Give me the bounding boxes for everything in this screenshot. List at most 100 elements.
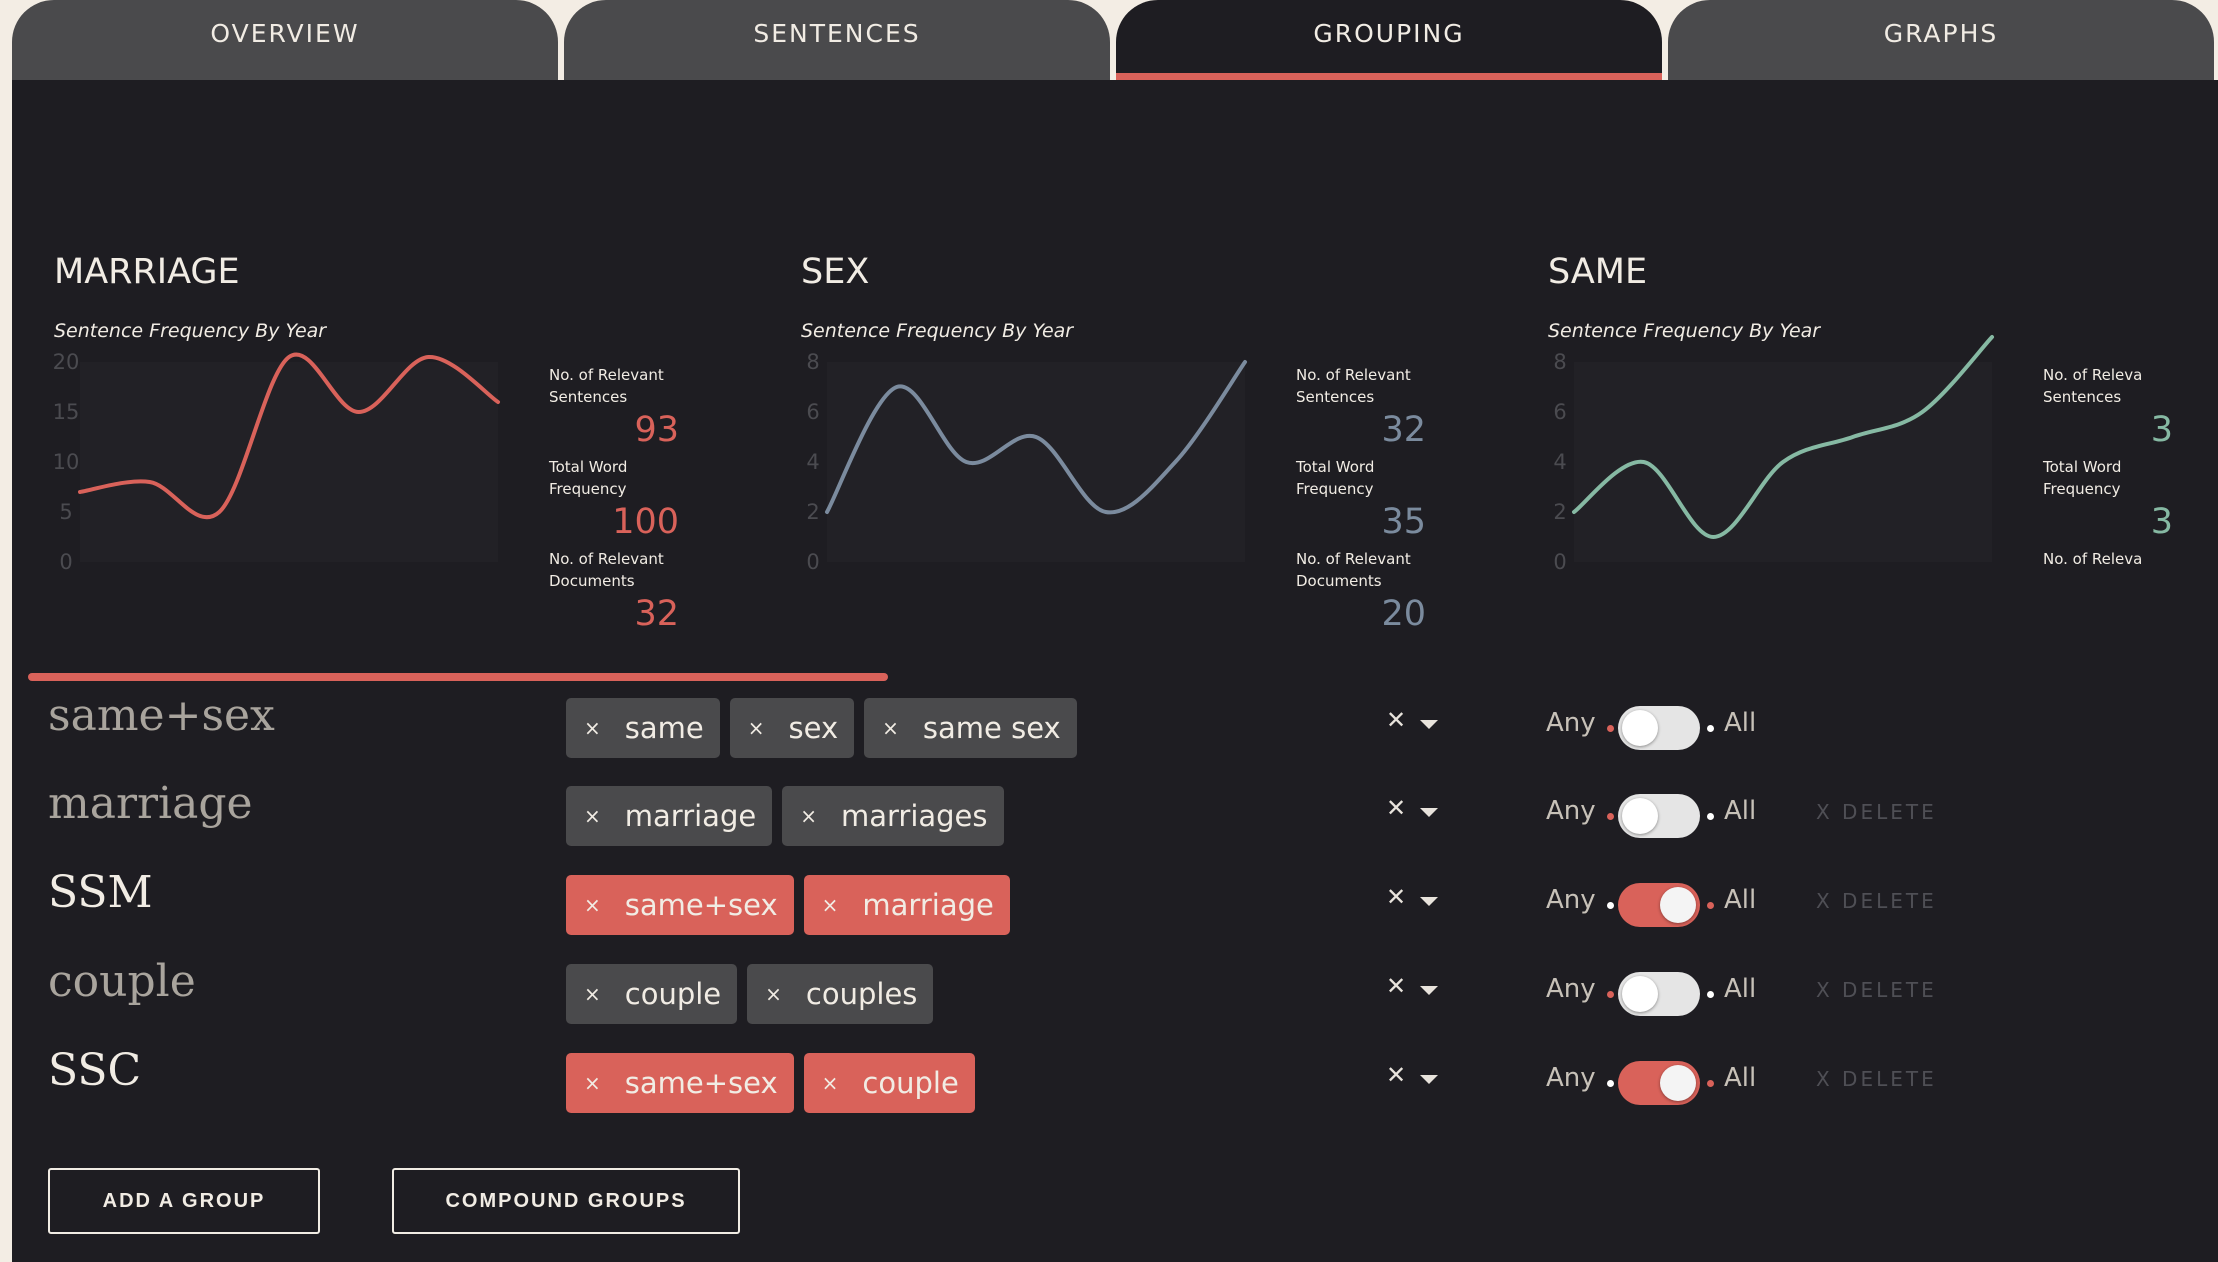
remove-tag-icon[interactable]: × [584,804,601,828]
clear-tags-icon[interactable]: ✕ [1386,1061,1406,1089]
y-tick-label: 2 [1553,500,1566,524]
tag-list: × same+sex × couple [566,1053,975,1113]
remove-tag-icon[interactable]: × [748,716,765,740]
clear-tags-icon[interactable]: ✕ [1386,883,1406,911]
tag-label: couples [805,977,918,1011]
all-indicator-dot [1707,1080,1714,1087]
tag-list: × same+sex × marriage [566,875,1010,935]
group-name[interactable]: SSC [48,1045,141,1096]
tag-label: marriages [840,799,988,833]
remove-tag-icon[interactable]: × [822,1071,839,1095]
any-all-toggle[interactable] [1618,972,1700,1016]
stat-value: 3 [2150,502,2173,542]
tag-chip: × couples [747,964,934,1024]
any-all-toggle[interactable] [1618,883,1700,927]
x-tick-label: 2012 [53,571,106,572]
x-tick-label: 2014 [1687,571,1740,572]
stat-value: 20 [1381,594,1426,634]
remove-tag-icon[interactable]: × [584,1071,601,1095]
group-row: SSM × same+sex × marriage ✕ Any All X DELETE [12,867,2218,947]
any-label: Any [1546,1063,1596,1093]
delete-group-button[interactable]: X DELETE [1816,1067,1937,1091]
any-indicator-dot [1607,1080,1614,1087]
stat-label: Total Word Frequency [549,458,628,498]
all-label: All [1724,885,1757,915]
stat-value: 100 [612,502,679,542]
x-tick-label: 2018 [471,571,524,572]
delete-group-button[interactable]: X DELETE [1816,978,1937,1002]
x-tick-label: 2018 [1965,571,2018,572]
remove-tag-icon[interactable]: × [765,982,782,1006]
stat-label: Total Word Frequency [2043,458,2122,498]
y-tick-label: 6 [806,400,819,424]
toggle-knob [1622,798,1658,834]
tag-chip: × sex [729,698,855,758]
all-indicator-dot [1707,902,1714,909]
any-all-toggle[interactable] [1618,1061,1700,1105]
remove-tag-icon[interactable]: × [800,804,817,828]
all-indicator-dot [1707,813,1714,820]
tab-bar: OVERVIEW SENTENCES GROUPING GRAPHS [12,0,2218,80]
plot-area [80,362,498,562]
stat-value: 93 [634,410,679,450]
stat-label: No. of Relevant Documents [1296,550,1411,590]
stat-label: No. of Relevant Sentences [549,366,664,406]
any-all-toggle[interactable] [1618,794,1700,838]
stat-value: 32 [1381,410,1426,450]
progress-bar [28,673,888,681]
clear-tags-icon[interactable]: ✕ [1386,972,1406,1000]
y-tick-label: 15 [53,400,80,424]
any-indicator-dot [1607,991,1614,998]
stat-label: No. of Releva Documents [2043,550,2143,568]
chevron-down-icon[interactable] [1420,986,1438,995]
clear-tags-icon[interactable]: ✕ [1386,794,1406,822]
tab-sentences[interactable]: SENTENCES [564,0,1110,80]
group-row: marriage × marriage × marriages ✕ Any All X DELE… [12,778,2218,858]
group-name[interactable]: marriage [48,778,253,829]
y-tick-label: 0 [806,550,819,572]
any-all-toggle[interactable] [1618,706,1700,750]
group-name[interactable]: SSM [48,867,153,918]
remove-tag-icon[interactable]: × [822,893,839,917]
add-group-button[interactable]: ADD A GROUP [48,1168,320,1234]
compound-groups-button[interactable]: COMPOUND GROUPS [392,1168,740,1234]
all-label: All [1724,1063,1757,1093]
chevron-down-icon[interactable] [1420,720,1438,729]
any-label: Any [1546,796,1596,826]
all-label: All [1724,796,1757,826]
chevron-down-icon[interactable] [1420,897,1438,906]
remove-tag-icon[interactable]: × [584,893,601,917]
remove-tag-icon[interactable]: × [882,716,899,740]
stat-label: No. of Relevant Sentences [1296,366,1411,406]
tag-list: × marriage × marriages [566,786,1004,846]
y-tick-label: 0 [59,550,72,572]
tag-label: same [624,711,704,745]
tag-chip: × couple [566,964,738,1024]
toggle-knob [1660,887,1696,923]
group-row: couple × couple × couples ✕ Any All X DELETE [12,956,2218,1036]
tab-graphs[interactable]: GRAPHS [1668,0,2214,80]
tag-chip: × same [566,698,720,758]
stat-value: 35 [1381,502,1426,542]
y-tick-label: 8 [1553,350,1566,374]
chevron-down-icon[interactable] [1420,1075,1438,1084]
tag-label: couple [862,1066,959,1100]
remove-tag-icon[interactable]: × [584,982,601,1006]
tag-chip: × marriage [803,875,1010,935]
remove-tag-icon[interactable]: × [584,716,601,740]
group-row: same+sex × same × sex × same sex ✕ Any All [12,690,2218,770]
y-tick-label: 8 [806,350,819,374]
stat-label: Total Word Frequency [1296,458,1375,498]
clear-tags-icon[interactable]: ✕ [1386,706,1406,734]
delete-group-button[interactable]: X DELETE [1816,889,1937,913]
group-name[interactable]: same+sex [48,690,275,741]
all-label: All [1724,708,1757,738]
group-name[interactable]: couple [48,956,196,1007]
tab-grouping[interactable]: GROUPING [1116,0,1662,80]
chevron-down-icon[interactable] [1420,808,1438,817]
stat-label: No. of Releva Sentences [2043,366,2143,406]
delete-group-button[interactable]: X DELETE [1816,800,1937,824]
tab-overview[interactable]: OVERVIEW [12,0,558,80]
any-indicator-dot [1607,902,1614,909]
chart-card-marriage: MARRIAGE Sentence Frequency By Year 0 5 10… [12,172,752,634]
